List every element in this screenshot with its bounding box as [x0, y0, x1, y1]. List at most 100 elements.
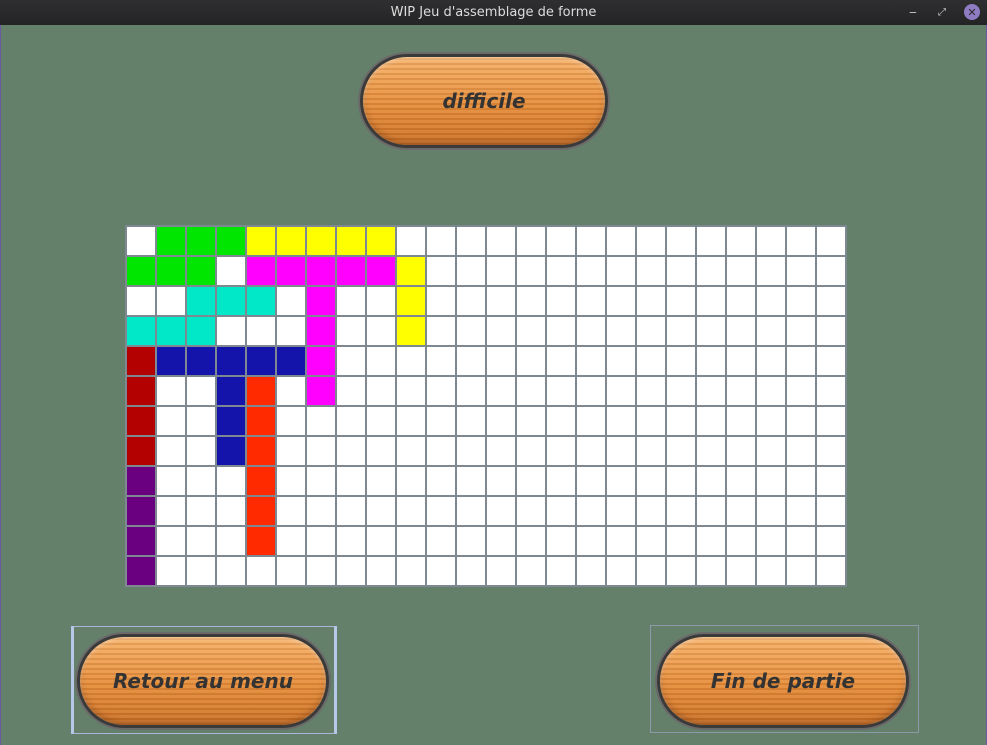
board-cell-empty[interactable]	[186, 556, 216, 586]
board-cell-empty[interactable]	[516, 286, 546, 316]
board-cell-filled[interactable]	[246, 406, 276, 436]
board-cell-filled[interactable]	[396, 286, 426, 316]
board-cell-empty[interactable]	[276, 526, 306, 556]
board-cell-empty[interactable]	[576, 256, 606, 286]
board-cell-empty[interactable]	[576, 436, 606, 466]
board-cell-empty[interactable]	[456, 436, 486, 466]
board-cell-empty[interactable]	[456, 406, 486, 436]
board-cell-empty[interactable]	[816, 226, 846, 256]
board-cell-filled[interactable]	[306, 346, 336, 376]
board-cell-filled[interactable]	[156, 256, 186, 286]
board-cell-empty[interactable]	[366, 466, 396, 496]
board-cell-filled[interactable]	[306, 376, 336, 406]
board-cell-empty[interactable]	[306, 406, 336, 436]
board-cell-filled[interactable]	[246, 466, 276, 496]
board-cell-empty[interactable]	[546, 466, 576, 496]
board-cell-empty[interactable]	[186, 376, 216, 406]
board-cell-empty[interactable]	[156, 376, 186, 406]
back-to-menu-button[interactable]: Retour au menu	[80, 637, 326, 725]
board-cell-empty[interactable]	[186, 436, 216, 466]
board-cell-empty[interactable]	[546, 226, 576, 256]
board-cell-empty[interactable]	[186, 496, 216, 526]
board-cell-empty[interactable]	[696, 556, 726, 586]
board-cell-empty[interactable]	[546, 406, 576, 436]
board-cell-empty[interactable]	[426, 286, 456, 316]
board-cell-empty[interactable]	[276, 436, 306, 466]
board-cell-empty[interactable]	[696, 316, 726, 346]
board-cell-empty[interactable]	[636, 406, 666, 436]
board-cell-empty[interactable]	[456, 556, 486, 586]
board-cell-filled[interactable]	[216, 346, 246, 376]
board-cell-empty[interactable]	[366, 286, 396, 316]
board-cell-empty[interactable]	[486, 466, 516, 496]
board-cell-empty[interactable]	[786, 286, 816, 316]
board-cell-filled[interactable]	[156, 316, 186, 346]
board-cell-empty[interactable]	[156, 526, 186, 556]
board-cell-empty[interactable]	[726, 286, 756, 316]
board-cell-empty[interactable]	[696, 436, 726, 466]
board-cell-empty[interactable]	[666, 316, 696, 346]
board-cell-empty[interactable]	[786, 526, 816, 556]
board-cell-empty[interactable]	[786, 226, 816, 256]
board-cell-empty[interactable]	[756, 316, 786, 346]
board-cell-empty[interactable]	[366, 406, 396, 436]
board-cell-empty[interactable]	[606, 436, 636, 466]
board-cell-empty[interactable]	[726, 226, 756, 256]
board-cell-empty[interactable]	[726, 466, 756, 496]
board-cell-empty[interactable]	[366, 436, 396, 466]
board-cell-empty[interactable]	[756, 406, 786, 436]
board-cell-empty[interactable]	[366, 496, 396, 526]
board-cell-empty[interactable]	[816, 286, 846, 316]
board-cell-empty[interactable]	[306, 526, 336, 556]
board-cell-empty[interactable]	[666, 286, 696, 316]
board-cell-empty[interactable]	[726, 406, 756, 436]
board-cell-empty[interactable]	[636, 496, 666, 526]
board-cell-empty[interactable]	[396, 376, 426, 406]
board-cell-empty[interactable]	[306, 436, 336, 466]
board-cell-empty[interactable]	[696, 376, 726, 406]
board-cell-empty[interactable]	[336, 466, 366, 496]
board-cell-empty[interactable]	[216, 556, 246, 586]
minimize-icon[interactable]: ‒	[905, 4, 921, 20]
board-cell-empty[interactable]	[666, 436, 696, 466]
board-cell-empty[interactable]	[696, 496, 726, 526]
board-cell-empty[interactable]	[726, 316, 756, 346]
board-cell-filled[interactable]	[366, 226, 396, 256]
board-cell-empty[interactable]	[216, 466, 246, 496]
board-cell-empty[interactable]	[366, 526, 396, 556]
board-cell-empty[interactable]	[546, 256, 576, 286]
board-cell-empty[interactable]	[516, 316, 546, 346]
board-cell-empty[interactable]	[216, 316, 246, 346]
board-cell-empty[interactable]	[426, 226, 456, 256]
board-cell-empty[interactable]	[486, 286, 516, 316]
board-cell-empty[interactable]	[546, 556, 576, 586]
board-cell-empty[interactable]	[336, 556, 366, 586]
board-cell-empty[interactable]	[336, 316, 366, 346]
board-cell-filled[interactable]	[186, 286, 216, 316]
board-cell-empty[interactable]	[576, 316, 606, 346]
board-cell-empty[interactable]	[456, 496, 486, 526]
board-cell-empty[interactable]	[306, 466, 336, 496]
board-cell-empty[interactable]	[336, 346, 366, 376]
board-cell-empty[interactable]	[816, 436, 846, 466]
board-cell-empty[interactable]	[606, 376, 636, 406]
board-cell-filled[interactable]	[126, 316, 156, 346]
board-cell-empty[interactable]	[576, 346, 606, 376]
board-cell-empty[interactable]	[606, 286, 636, 316]
board-cell-empty[interactable]	[696, 466, 726, 496]
board-cell-empty[interactable]	[396, 406, 426, 436]
board-cell-filled[interactable]	[216, 376, 246, 406]
board-cell-empty[interactable]	[246, 316, 276, 346]
board-cell-empty[interactable]	[516, 436, 546, 466]
board-cell-empty[interactable]	[426, 406, 456, 436]
board-cell-empty[interactable]	[636, 556, 666, 586]
board-cell-empty[interactable]	[576, 526, 606, 556]
board-cell-filled[interactable]	[396, 256, 426, 286]
board-cell-empty[interactable]	[486, 496, 516, 526]
board-cell-empty[interactable]	[666, 466, 696, 496]
board-cell-empty[interactable]	[726, 376, 756, 406]
board-cell-filled[interactable]	[246, 436, 276, 466]
board-cell-empty[interactable]	[396, 436, 426, 466]
board-cell-empty[interactable]	[156, 286, 186, 316]
board-cell-empty[interactable]	[366, 376, 396, 406]
